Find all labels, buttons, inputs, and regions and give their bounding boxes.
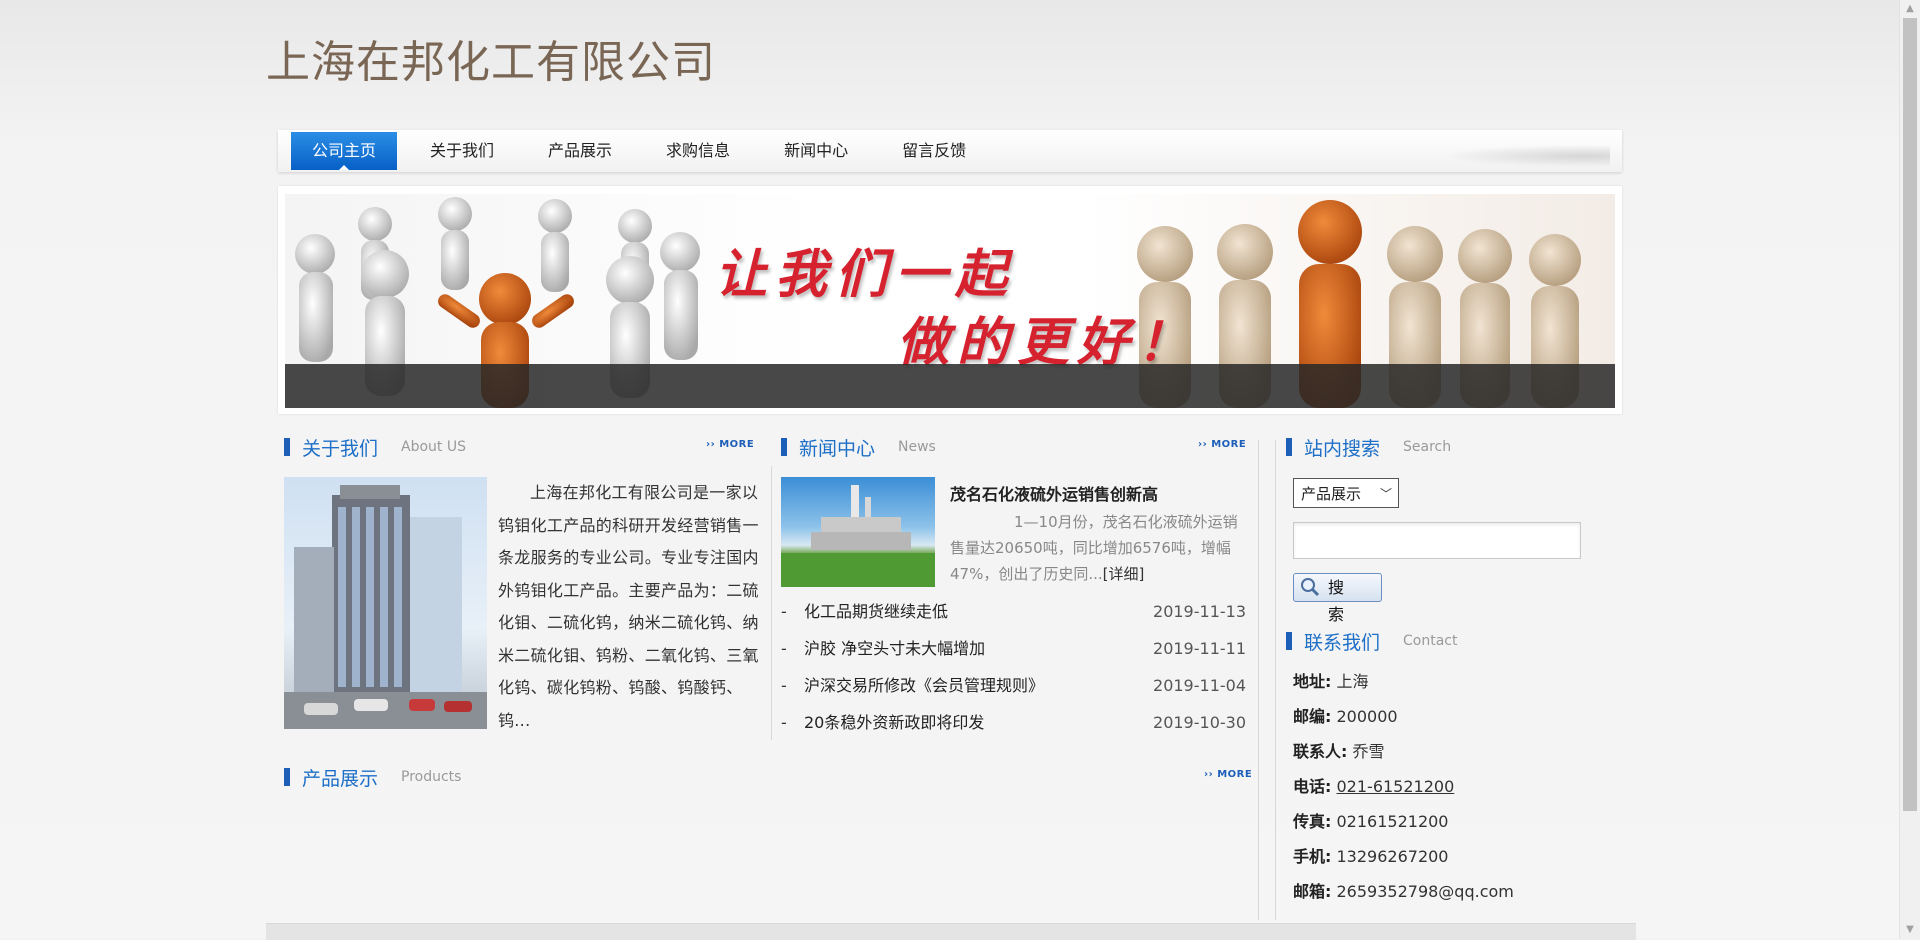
- news-list-item[interactable]: -20条稳外资新政即将印发 2019-10-30: [781, 704, 1246, 741]
- scrollbar-thumb[interactable]: [1903, 18, 1917, 811]
- about-subtitle: About US: [401, 439, 466, 455]
- products-subtitle: Products: [401, 769, 462, 785]
- factory-illustration: [781, 485, 935, 587]
- banner-image[interactable]: 让我们一起 做的更好！: [285, 194, 1615, 408]
- nav-item-news[interactable]: 新闻中心: [763, 132, 869, 170]
- news-item-title[interactable]: 沪深交易所修改《会员管理规则》: [804, 667, 1044, 704]
- contact-section-header: 联系我们 Contact: [1286, 628, 1586, 654]
- news-list-item[interactable]: - 沪胶 净空头寸未大幅增加 2019-11-11: [781, 630, 1246, 667]
- search-button-label: 搜 索: [1328, 578, 1351, 624]
- section-marker: [1286, 632, 1292, 650]
- banner: 让我们一起 做的更好！: [278, 186, 1622, 414]
- contact-mobile: 手机: 13296267200: [1293, 847, 1449, 866]
- contact-zip: 邮编: 200000: [1293, 707, 1398, 726]
- contact-person: 联系人: 乔雪: [1293, 742, 1385, 761]
- news-item-date: 2019-11-04: [1153, 676, 1246, 695]
- section-marker: [1286, 438, 1292, 456]
- news-list-item[interactable]: - 化工品期货继续走低 2019-11-13: [781, 593, 1246, 630]
- search-category-select[interactable]: 产品展示 ﹀: [1293, 478, 1399, 508]
- footer-strip: [266, 923, 1636, 940]
- search-button[interactable]: 搜 索: [1293, 573, 1382, 624]
- products-title: 产品展示: [302, 768, 379, 790]
- nav-item-home[interactable]: 公司主页: [291, 132, 398, 170]
- nav-item-feedback[interactable]: 留言反馈: [881, 132, 987, 170]
- products-more-link[interactable]: ›› MORE: [1204, 769, 1252, 780]
- products-section-header: 产品展示 Products ›› MORE: [284, 764, 1252, 790]
- contact-email: 邮箱: 2659352798@qq.com: [1293, 882, 1514, 901]
- contact-title: 联系我们: [1304, 632, 1381, 654]
- main-nav: 公司主页 关于我们 产品展示 求购信息 新闻中心 留言反馈: [278, 130, 1622, 172]
- news-thumbnail[interactable]: [781, 477, 935, 587]
- sidebar-divider: [1275, 440, 1276, 920]
- scroll-down-icon[interactable]: ▼: [1900, 921, 1920, 939]
- page-scrollbar[interactable]: ▲ ▼: [1899, 0, 1920, 939]
- about-more-link[interactable]: ›› MORE: [706, 439, 754, 450]
- building-illustration: [284, 485, 487, 729]
- nav-item-products[interactable]: 产品展示: [527, 132, 633, 170]
- search-subtitle: Search: [1403, 439, 1452, 455]
- news-item-date: 2019-11-13: [1153, 602, 1246, 621]
- news-section-header: 新闻中心 News ›› MORE: [781, 434, 1246, 460]
- news-detail-link[interactable]: [详细]: [1103, 565, 1145, 583]
- sidebar-divider: [1258, 440, 1259, 920]
- section-marker: [781, 438, 787, 456]
- column-divider: [771, 466, 772, 740]
- scroll-up-icon[interactable]: ▲: [1900, 0, 1920, 18]
- news-summary: 1—10月份，茂名石化液硫外运销售量达20650吨，同比增加6576吨，增幅47…: [950, 509, 1250, 587]
- news-more-link[interactable]: ›› MORE: [1198, 439, 1246, 450]
- search-section-header: 站内搜索 Search: [1286, 434, 1586, 460]
- contact-info: 地址: 上海 邮编: 200000 联系人: 乔雪 电话: 021-615212…: [1293, 664, 1514, 909]
- section-marker: [284, 438, 290, 456]
- search-title: 站内搜索: [1304, 438, 1381, 460]
- banner-caption-strip: [285, 364, 1615, 408]
- contact-address: 地址: 上海: [1293, 672, 1369, 691]
- contact-subtitle: Contact: [1403, 633, 1458, 649]
- news-title: 新闻中心: [799, 438, 876, 460]
- about-title: 关于我们: [302, 438, 379, 460]
- news-summary-text: 1—10月份，茂名石化液硫外运销售量达20650吨，同比增加6576吨，增幅47…: [950, 513, 1238, 583]
- news-subtitle: News: [898, 439, 936, 455]
- nav-decoration: [1430, 144, 1610, 168]
- news-item-title[interactable]: 沪胶 净空头寸未大幅增加: [804, 630, 985, 667]
- nav-item-purchase[interactable]: 求购信息: [645, 132, 751, 170]
- news-item-date: 2019-10-30: [1153, 713, 1246, 732]
- search-category-value: 产品展示: [1301, 485, 1362, 503]
- news-list-item[interactable]: - 沪深交易所修改《会员管理规则》 2019-11-04: [781, 667, 1246, 704]
- site-title: 上海在邦化工有限公司: [266, 37, 716, 88]
- news-list: - 化工品期货继续走低 2019-11-13 - 沪胶 净空头寸未大幅增加 2019-1…: [781, 593, 1246, 741]
- chevron-down-icon: ﹀: [1379, 487, 1392, 501]
- about-building-image: [284, 477, 487, 729]
- news-headline[interactable]: 茂名石化液硫外运销售创新高: [950, 481, 1158, 505]
- banner-slogan-line1: 让我们一起: [715, 244, 1016, 305]
- news-item-title[interactable]: 化工品期货继续走低: [804, 593, 948, 630]
- news-item-title[interactable]: 20条稳外资新政即将印发: [804, 704, 984, 741]
- phone-link[interactable]: 021-61521200: [1337, 777, 1455, 796]
- about-section-header: 关于我们 About US ›› MORE: [284, 434, 754, 460]
- search-icon: [1300, 577, 1320, 605]
- about-description: 上海在邦化工有限公司是一家以钨钼化工产品的科研开发经营销售一条龙服务的专业公司。…: [498, 483, 759, 730]
- news-item-date: 2019-11-11: [1153, 639, 1246, 658]
- contact-phone: 电话: 021-61521200: [1293, 777, 1455, 796]
- section-marker: [284, 768, 290, 786]
- nav-item-about[interactable]: 关于我们: [409, 132, 515, 170]
- search-input[interactable]: [1293, 522, 1581, 559]
- contact-fax: 传真: 02161521200: [1293, 812, 1449, 831]
